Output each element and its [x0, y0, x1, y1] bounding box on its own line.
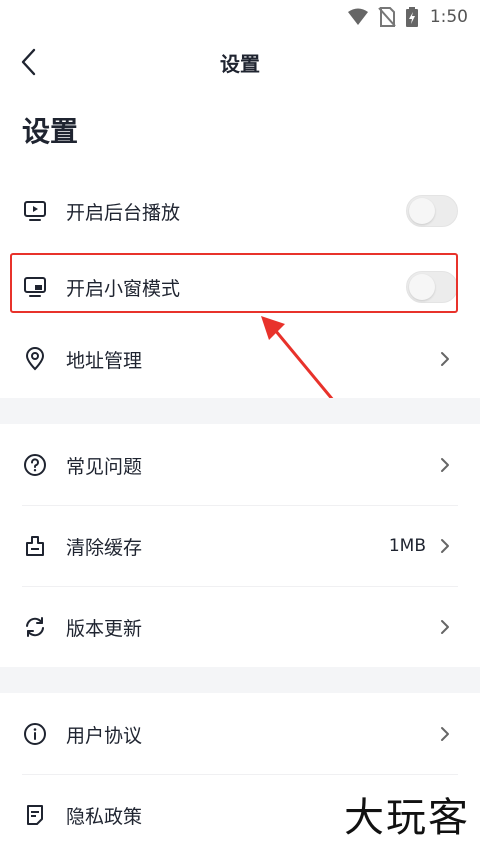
chevron-right-icon — [436, 537, 454, 555]
status-time: 1:50 — [429, 7, 468, 27]
setting-label: 地址管理 — [66, 349, 143, 372]
setting-row-address[interactable]: 地址管理 — [0, 324, 480, 394]
chevron-left-icon — [21, 48, 36, 76]
background-play-toggle[interactable] — [406, 195, 458, 227]
section-separator — [0, 398, 480, 424]
info-circle-icon — [22, 721, 48, 747]
divider — [22, 505, 458, 506]
broom-icon — [22, 533, 48, 559]
chevron-right-icon — [436, 456, 454, 474]
setting-row-update[interactable]: 版本更新 — [0, 592, 480, 662]
setting-label: 常见问题 — [66, 455, 143, 478]
section-separator — [0, 667, 480, 693]
cache-size-value: 1MB — [388, 536, 426, 556]
chevron-right-icon — [436, 725, 454, 743]
watermark-logo: 大玩客 — [344, 795, 470, 841]
setting-row-background-play: 开启后台播放 — [0, 176, 480, 246]
highlight-annotation — [10, 253, 458, 313]
chevron-right-icon — [436, 350, 454, 368]
refresh-icon — [22, 614, 48, 640]
wifi-icon — [347, 8, 368, 26]
page-title: 设置 — [22, 115, 79, 148]
nav-bar: 设置 — [0, 34, 480, 90]
setting-label: 清除缓存 — [66, 536, 143, 559]
chevron-right-icon — [436, 618, 454, 636]
question-circle-icon — [22, 452, 48, 478]
divider — [22, 586, 458, 587]
no-sim-icon — [378, 7, 396, 27]
setting-label: 用户协议 — [66, 724, 143, 747]
tv-play-icon — [22, 198, 48, 224]
status-bar: 1:50 — [0, 0, 480, 34]
setting-row-user-agreement[interactable]: 用户协议 — [0, 699, 480, 769]
setting-label: 开启后台播放 — [66, 201, 181, 224]
setting-label: 版本更新 — [66, 617, 143, 640]
setting-row-faq[interactable]: 常见问题 — [0, 430, 480, 500]
back-button[interactable] — [10, 44, 46, 80]
nav-title: 设置 — [220, 51, 260, 76]
location-pin-icon — [22, 346, 48, 372]
document-icon — [22, 802, 48, 828]
battery-charging-icon — [405, 7, 418, 27]
divider — [22, 774, 458, 775]
setting-row-clear-cache[interactable]: 清除缓存 1MB — [0, 511, 480, 581]
